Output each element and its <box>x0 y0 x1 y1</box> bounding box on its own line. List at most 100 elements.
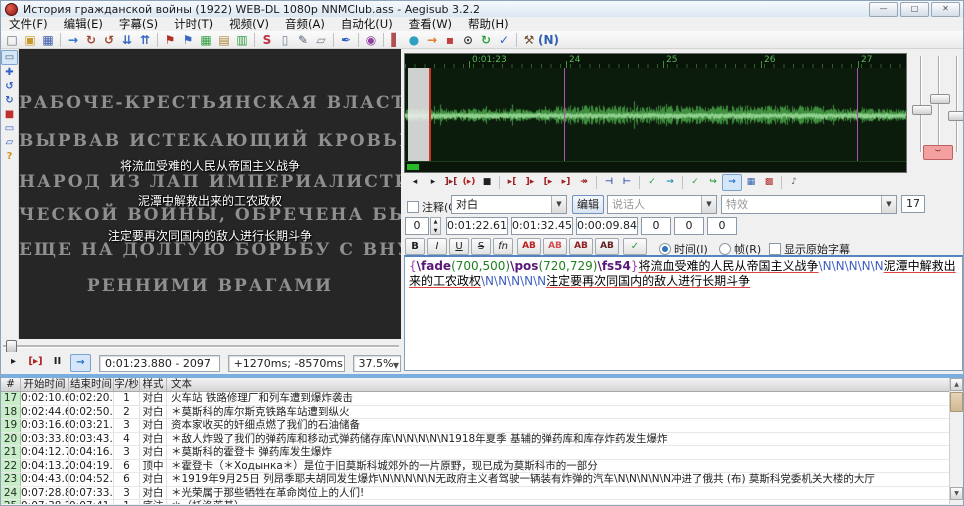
vertical-zoom-slider-handle[interactable] <box>930 94 950 104</box>
shift-end-to-current-icon[interactable]: ⊢ <box>618 175 636 190</box>
rotate-z-tool-icon[interactable]: ↺ <box>2 80 17 93</box>
play-500ms-after-icon[interactable]: ]▸ <box>521 175 539 190</box>
play-to-end-icon[interactable]: ↠ <box>575 175 593 190</box>
duration-field[interactable]: 0:00:09.84 <box>576 217 638 235</box>
standard-tool-icon[interactable]: ▭ <box>1 50 18 65</box>
menu-video[interactable]: 视频(V) <box>221 16 277 32</box>
video-details-icon[interactable]: ▤ <box>215 32 233 48</box>
options-icon[interactable]: ◉ <box>362 32 380 48</box>
subtitle-row[interactable]: 170:02:10.610:02:20.811对白火车站 铁路修理厂和列车遭到爆… <box>1 392 963 406</box>
color-scheme-icon[interactable]: ▩ <box>760 175 778 190</box>
horizontal-zoom-slider-handle[interactable] <box>912 105 932 115</box>
italic-icon[interactable]: I <box>427 238 447 255</box>
play-line-icon[interactable]: (▸) <box>460 175 478 190</box>
pencil-icon[interactable]: ✎ <box>294 32 312 48</box>
menu-file[interactable]: 文件(F) <box>1 16 56 32</box>
auto-next-icon[interactable]: ↪ <box>704 175 722 190</box>
auto-seek-icon[interactable]: → <box>70 354 91 372</box>
grid-scroll-thumb[interactable] <box>950 392 963 412</box>
copy-icon[interactable]: ▱ <box>312 32 330 48</box>
drag-tool-icon[interactable]: ✚ <box>2 66 17 79</box>
link-zoom-volume-button[interactable]: ⌣ <box>923 145 953 160</box>
menu-automation[interactable]: 自动化(U) <box>333 16 401 32</box>
save-file-icon[interactable]: ▦ <box>39 32 57 48</box>
scroll-up-icon[interactable]: ▲ <box>950 378 963 391</box>
commit-button[interactable]: ✓ <box>623 238 647 255</box>
auto-scroll-icon[interactable]: → <box>722 174 742 191</box>
shift-to-frame-icon[interactable]: ⊙ <box>459 32 477 48</box>
scale-tool-icon[interactable]: ■ <box>2 108 17 121</box>
margin-vertical-field[interactable]: 0 <box>707 217 737 235</box>
properties-icon[interactable]: ▯ <box>276 32 294 48</box>
menu-audio[interactable]: 音频(A) <box>277 16 333 32</box>
audio-scrollbar[interactable] <box>405 161 906 172</box>
style-dropdown[interactable]: 对白▼ <box>451 195 567 214</box>
subtitle-row[interactable]: 230:04:43.010:04:52.686对白＊1919年9月25日 列昂季… <box>1 473 963 487</box>
rotate-xy-tool-icon[interactable]: ↻ <box>2 94 17 107</box>
video-zoom-dropdown[interactable]: 37.5%▼ <box>353 355 401 372</box>
play-before-icon[interactable]: ◂ <box>406 175 424 190</box>
subtitle-row[interactable]: 210:04:12.770:04:16.643对白＊莫斯科的霍登卡 弹药库发生爆… <box>1 446 963 460</box>
start-time-field[interactable]: 0:01:22.61 <box>446 217 508 235</box>
font-name-icon[interactable]: fn <box>493 238 513 255</box>
new-file-icon[interactable]: □ <box>3 32 21 48</box>
open-file-icon[interactable]: ▣ <box>21 32 39 48</box>
timing-processor-icon[interactable]: ↻ <box>477 32 495 48</box>
karaoke-icon[interactable]: ♪ <box>785 175 803 190</box>
subtitle-row[interactable]: 190:03:16.650:03:21.683对白资本家收买的奸细点燃了我们的石… <box>1 419 963 433</box>
video-display[interactable]: РАБОЧЕ-КРЕСТЬЯНСКАЯ ВЛАСТЬ,ВЫРВАВ ИСТЕКА… <box>19 49 401 339</box>
open-audio-icon[interactable]: ● <box>405 32 423 48</box>
play-first-500ms-icon[interactable]: [▸ <box>539 175 557 190</box>
sync-video-icon[interactable]: ⚑ <box>161 32 179 48</box>
shadow-color-icon[interactable]: AB <box>595 238 619 255</box>
spellcheck-icon[interactable]: ✒ <box>337 32 355 48</box>
cycle-tag-hiding-icon[interactable]: (N) <box>538 32 556 48</box>
video-seek-bar[interactable] <box>1 339 401 352</box>
outline-color-icon[interactable]: AB <box>569 238 593 255</box>
attachments-icon[interactable]: ▥ <box>233 32 251 48</box>
play-selection-icon[interactable]: ]▸[ <box>442 175 460 190</box>
clip-vector-tool-icon[interactable]: ▱ <box>2 136 17 149</box>
commit-icon[interactable]: ✓ <box>643 175 661 190</box>
menu-subtitle[interactable]: 字幕(S) <box>111 16 166 32</box>
primary-color-icon[interactable]: AB <box>517 238 541 255</box>
menu-edit[interactable]: 编辑(E) <box>56 16 111 32</box>
jump-to-icon[interactable]: → <box>64 32 82 48</box>
help-icon[interactable]: ? <box>2 150 17 163</box>
chevron-down-icon[interactable]: ▼ <box>881 196 896 213</box>
clip-rect-tool-icon[interactable]: ▭ <box>2 122 17 135</box>
play-after-icon[interactable]: ▸ <box>424 175 442 190</box>
close-button[interactable]: ✕ <box>931 2 960 17</box>
menu-timing[interactable]: 计时(T) <box>166 16 221 32</box>
play-last-500ms-icon[interactable]: ▸] <box>557 175 575 190</box>
scroll-down-icon[interactable]: ▼ <box>950 487 963 500</box>
chevron-down-icon[interactable]: ▼ <box>701 196 716 213</box>
audio-scroll-thumb[interactable] <box>407 164 419 170</box>
volume-slider-handle[interactable] <box>948 111 964 121</box>
play-500ms-before-icon[interactable]: ▸[ <box>503 175 521 190</box>
play-line-icon[interactable]: [▸] <box>26 354 45 370</box>
secondary-color-icon[interactable]: AB <box>543 238 567 255</box>
resolution-resampler-icon[interactable]: ▌ <box>387 32 405 48</box>
menu-help[interactable]: 帮助(H) <box>460 16 517 32</box>
audio-waveform-box[interactable]: 0:01:2324252627 <box>404 53 907 173</box>
play-icon[interactable]: ▸ <box>4 354 23 370</box>
styles-icon[interactable]: S <box>258 32 276 48</box>
maximize-button[interactable]: □ <box>900 2 929 17</box>
edit-style-button[interactable]: 编辑 <box>572 195 604 214</box>
stop-icon[interactable]: ■ <box>478 175 496 190</box>
layer-field[interactable]: 0 <box>405 217 429 235</box>
auto-commit-icon[interactable]: ✓ <box>686 175 704 190</box>
snap-end-icon[interactable]: ▪ <box>441 32 459 48</box>
selection-start-marker[interactable] <box>429 68 431 163</box>
subtitle-row[interactable]: 200:03:33.850:03:43.884对白＊敌人炸毁了我们的弹药库和移动… <box>1 433 963 447</box>
pause-icon[interactable]: II <box>48 354 67 370</box>
sort-lines-icon[interactable]: ↺ <box>100 32 118 48</box>
margin-left-field[interactable]: 0 <box>641 217 671 235</box>
subtitle-row[interactable]: 250:07:38.260:07:41.661底注＊（托洛茨基） <box>1 500 963 506</box>
go-to-selection-icon[interactable]: → <box>661 175 679 190</box>
end-time-field[interactable]: 0:01:32.45 <box>511 217 573 235</box>
waveform-area[interactable] <box>405 68 906 163</box>
effect-dropdown[interactable]: 特效▼ <box>721 195 897 214</box>
minimize-button[interactable]: — <box>869 2 898 17</box>
